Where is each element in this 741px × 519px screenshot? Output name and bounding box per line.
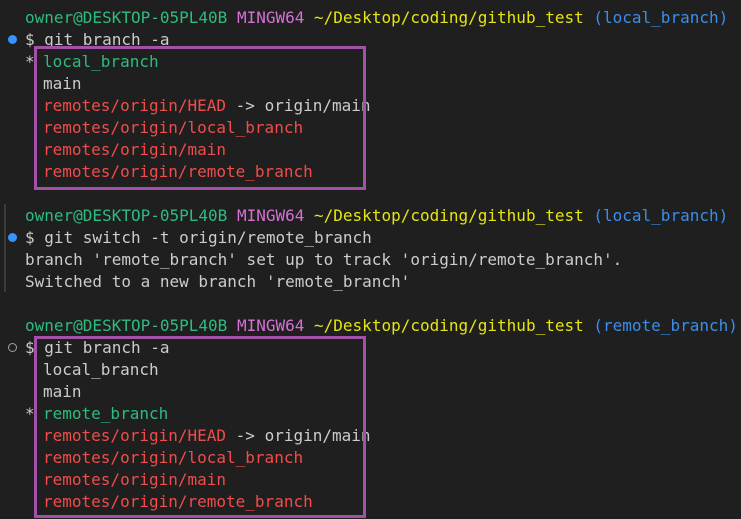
command-line: $ git switch -t origin/remote_branch: [25, 228, 372, 247]
prompt-shell: MINGW64: [236, 8, 305, 27]
prompt-line: owner@DESKTOP-05PL40B MINGW64 ~/Desktop/…: [25, 315, 738, 337]
filled-circle-icon: [8, 35, 17, 44]
prompt-line: owner@DESKTOP-05PL40B MINGW64 ~/Desktop/…: [25, 205, 728, 227]
prompt-path: ~/Desktop/coding/github_test: [314, 206, 584, 225]
prompt-branch: (remote_branch): [593, 316, 738, 335]
highlight-box: [34, 46, 366, 190]
prompt-user: owner@DESKTOP-05PL40B: [25, 206, 228, 225]
prompt-branch: (local_branch): [593, 206, 729, 225]
prompt-path: ~/Desktop/coding/github_test: [314, 316, 584, 335]
prompt-shell: MINGW64: [236, 206, 305, 225]
highlight-box: [34, 336, 366, 518]
filled-circle-icon: [8, 233, 17, 242]
output-line: Switched to a new branch 'remote_branch': [25, 272, 411, 291]
prompt-path: ~/Desktop/coding/github_test: [314, 8, 584, 27]
prompt-line: owner@DESKTOP-05PL40B MINGW64 ~/Desktop/…: [25, 7, 728, 29]
prompt-user: owner@DESKTOP-05PL40B: [25, 316, 228, 335]
prompt-user: owner@DESKTOP-05PL40B: [25, 8, 228, 27]
hollow-circle-icon: [8, 343, 17, 352]
command-decoration[interactable]: [0, 337, 22, 359]
output-line: branch 'remote_branch' set up to track '…: [25, 250, 623, 269]
command-decoration[interactable]: [0, 227, 22, 249]
command-decoration[interactable]: [0, 29, 22, 51]
prompt-branch: (local_branch): [593, 8, 729, 27]
prompt-shell: MINGW64: [236, 316, 305, 335]
